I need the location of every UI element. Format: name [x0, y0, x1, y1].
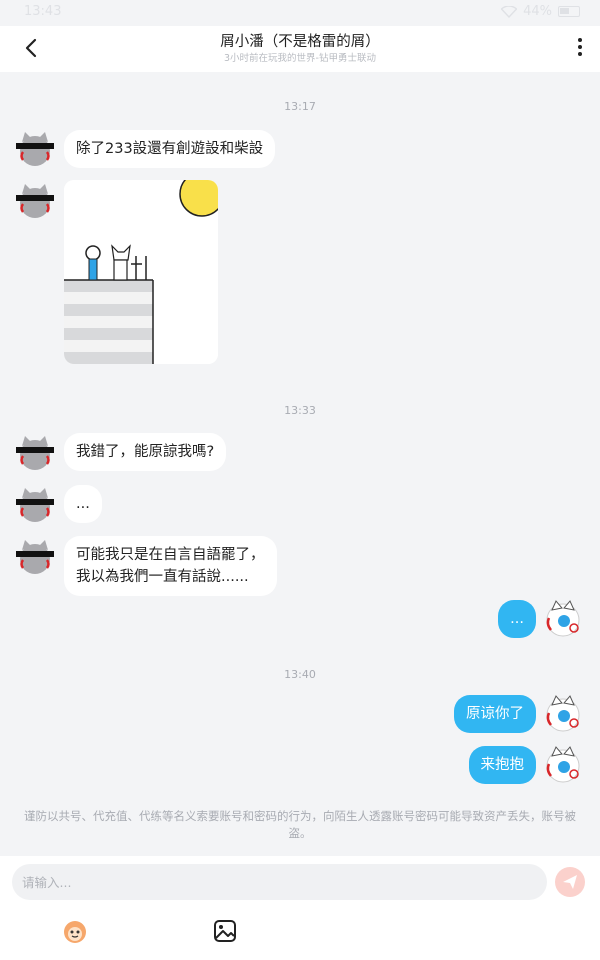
wifi-icon — [501, 5, 518, 18]
send-button[interactable] — [555, 867, 585, 897]
received-message[interactable]: 除了233設還有創遊設和柴設 — [64, 130, 276, 168]
message-input[interactable] — [12, 864, 547, 900]
timestamp: 13:40 — [284, 668, 316, 681]
received-message[interactable]: ... — [64, 485, 102, 523]
image-message-picture — [64, 180, 218, 364]
sent-message[interactable]: 原谅你了 — [454, 695, 536, 733]
image-message[interactable] — [64, 180, 218, 364]
user-avatar[interactable] — [544, 600, 582, 638]
battery-percent: 44% — [523, 4, 552, 19]
timestamp: 13:33 — [284, 404, 316, 417]
status-bar: 13:43 44% — [0, 0, 600, 26]
contact-avatar[interactable] — [16, 486, 54, 524]
timestamp: 13:17 — [284, 100, 316, 113]
message-list[interactable]: 13:17 除了233設還有創遊設和柴設 13:33 我錯了，能原諒我嗎? ..… — [0, 72, 600, 858]
received-message[interactable]: 可能我只是在自言自語罷了， 我以為我們一直有話說...... — [64, 536, 277, 596]
image-icon[interactable] — [212, 918, 238, 944]
battery-icon — [558, 6, 580, 17]
contact-avatar[interactable] — [16, 130, 54, 168]
received-message[interactable]: 我錯了，能原諒我嗎? — [64, 433, 227, 471]
contact-activity: 3小时前在玩我的世界-钻甲勇士联动 — [224, 53, 376, 64]
sent-message[interactable]: 来抱抱 — [468, 746, 536, 784]
more-vertical-icon[interactable] — [576, 36, 584, 62]
send-icon — [563, 875, 577, 889]
chat-header: 屑小潘（不是格雷的屑） 3小时前在玩我的世界-钻甲勇士联动 — [0, 26, 600, 72]
composer — [0, 856, 600, 960]
security-notice: 谨防以共号、代充值、代练等名义索要账号和密码的行为，向陌生人透露账号密码可能导致… — [24, 809, 576, 840]
status-time: 13:43 — [24, 4, 62, 19]
user-avatar[interactable] — [544, 695, 582, 733]
user-avatar[interactable] — [544, 746, 582, 784]
contact-avatar[interactable] — [16, 434, 54, 472]
contact-avatar[interactable] — [16, 538, 54, 576]
sticker-emoji-icon[interactable] — [62, 918, 88, 944]
sent-message[interactable]: ... — [498, 600, 536, 638]
contact-avatar[interactable] — [16, 182, 54, 220]
contact-name: 屑小潘（不是格雷的屑） — [220, 34, 380, 50]
